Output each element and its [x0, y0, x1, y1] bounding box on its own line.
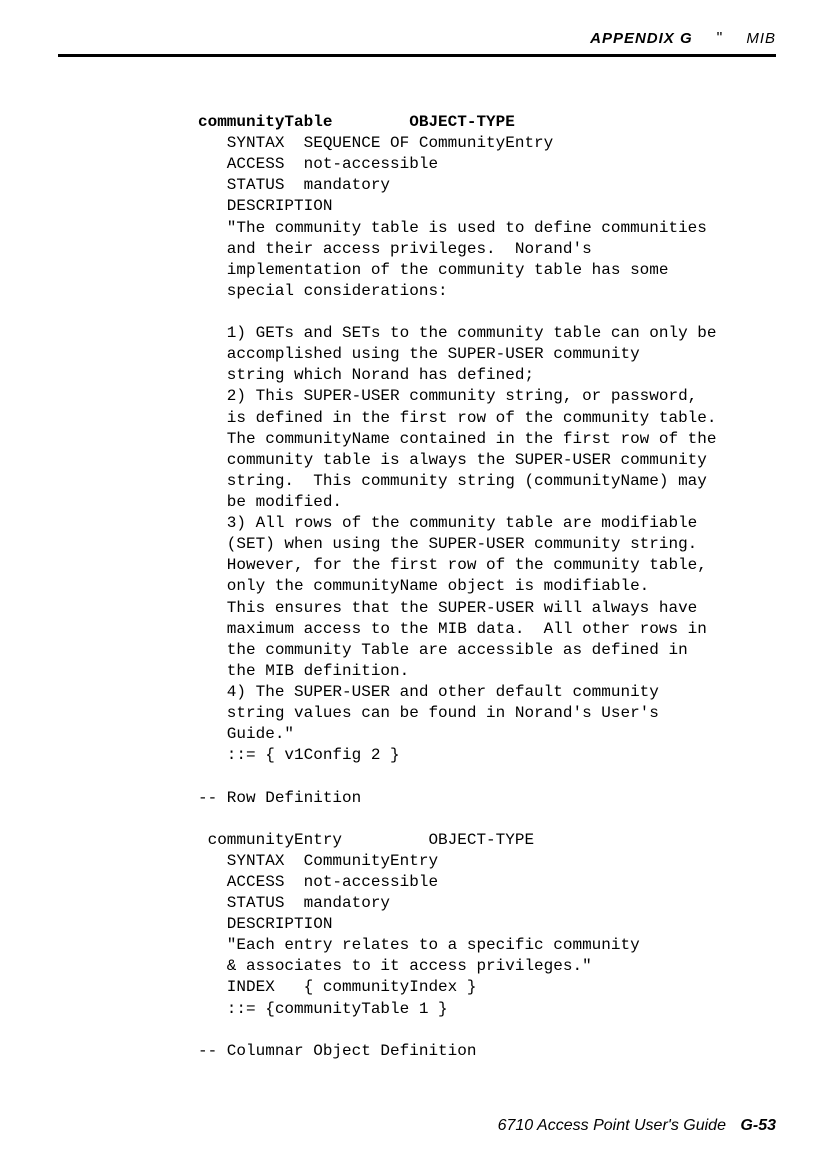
guide-title: 6710 Access Point User's Guide: [498, 1117, 726, 1134]
running-header: APPENDIX G " MIB: [58, 30, 776, 52]
object-type-title-community-table: communityTable OBJECT-TYPE: [198, 113, 515, 131]
page-number: G-53: [730, 1117, 776, 1134]
community-entry-body: SYNTAX CommunityEntry ACCESS not-accessi…: [198, 852, 640, 1018]
header-separator: ": [717, 30, 723, 48]
mib-definition-block: communityTable OBJECT-TYPE SYNTAX SEQUEN…: [58, 57, 776, 1062]
mib-label: MIB: [746, 30, 776, 47]
appendix-label: APPENDIX G: [590, 30, 693, 47]
columnar-object-comment: -- Columnar Object Definition: [198, 1042, 476, 1060]
running-footer: 6710 Access Point User's Guide G-53: [58, 1117, 776, 1157]
object-type-title-community-entry: communityEntry OBJECT-TYPE: [198, 831, 534, 849]
row-definition-comment: -- Row Definition: [198, 789, 361, 807]
community-table-body: SYNTAX SEQUENCE OF CommunityEntry ACCESS…: [198, 134, 716, 764]
